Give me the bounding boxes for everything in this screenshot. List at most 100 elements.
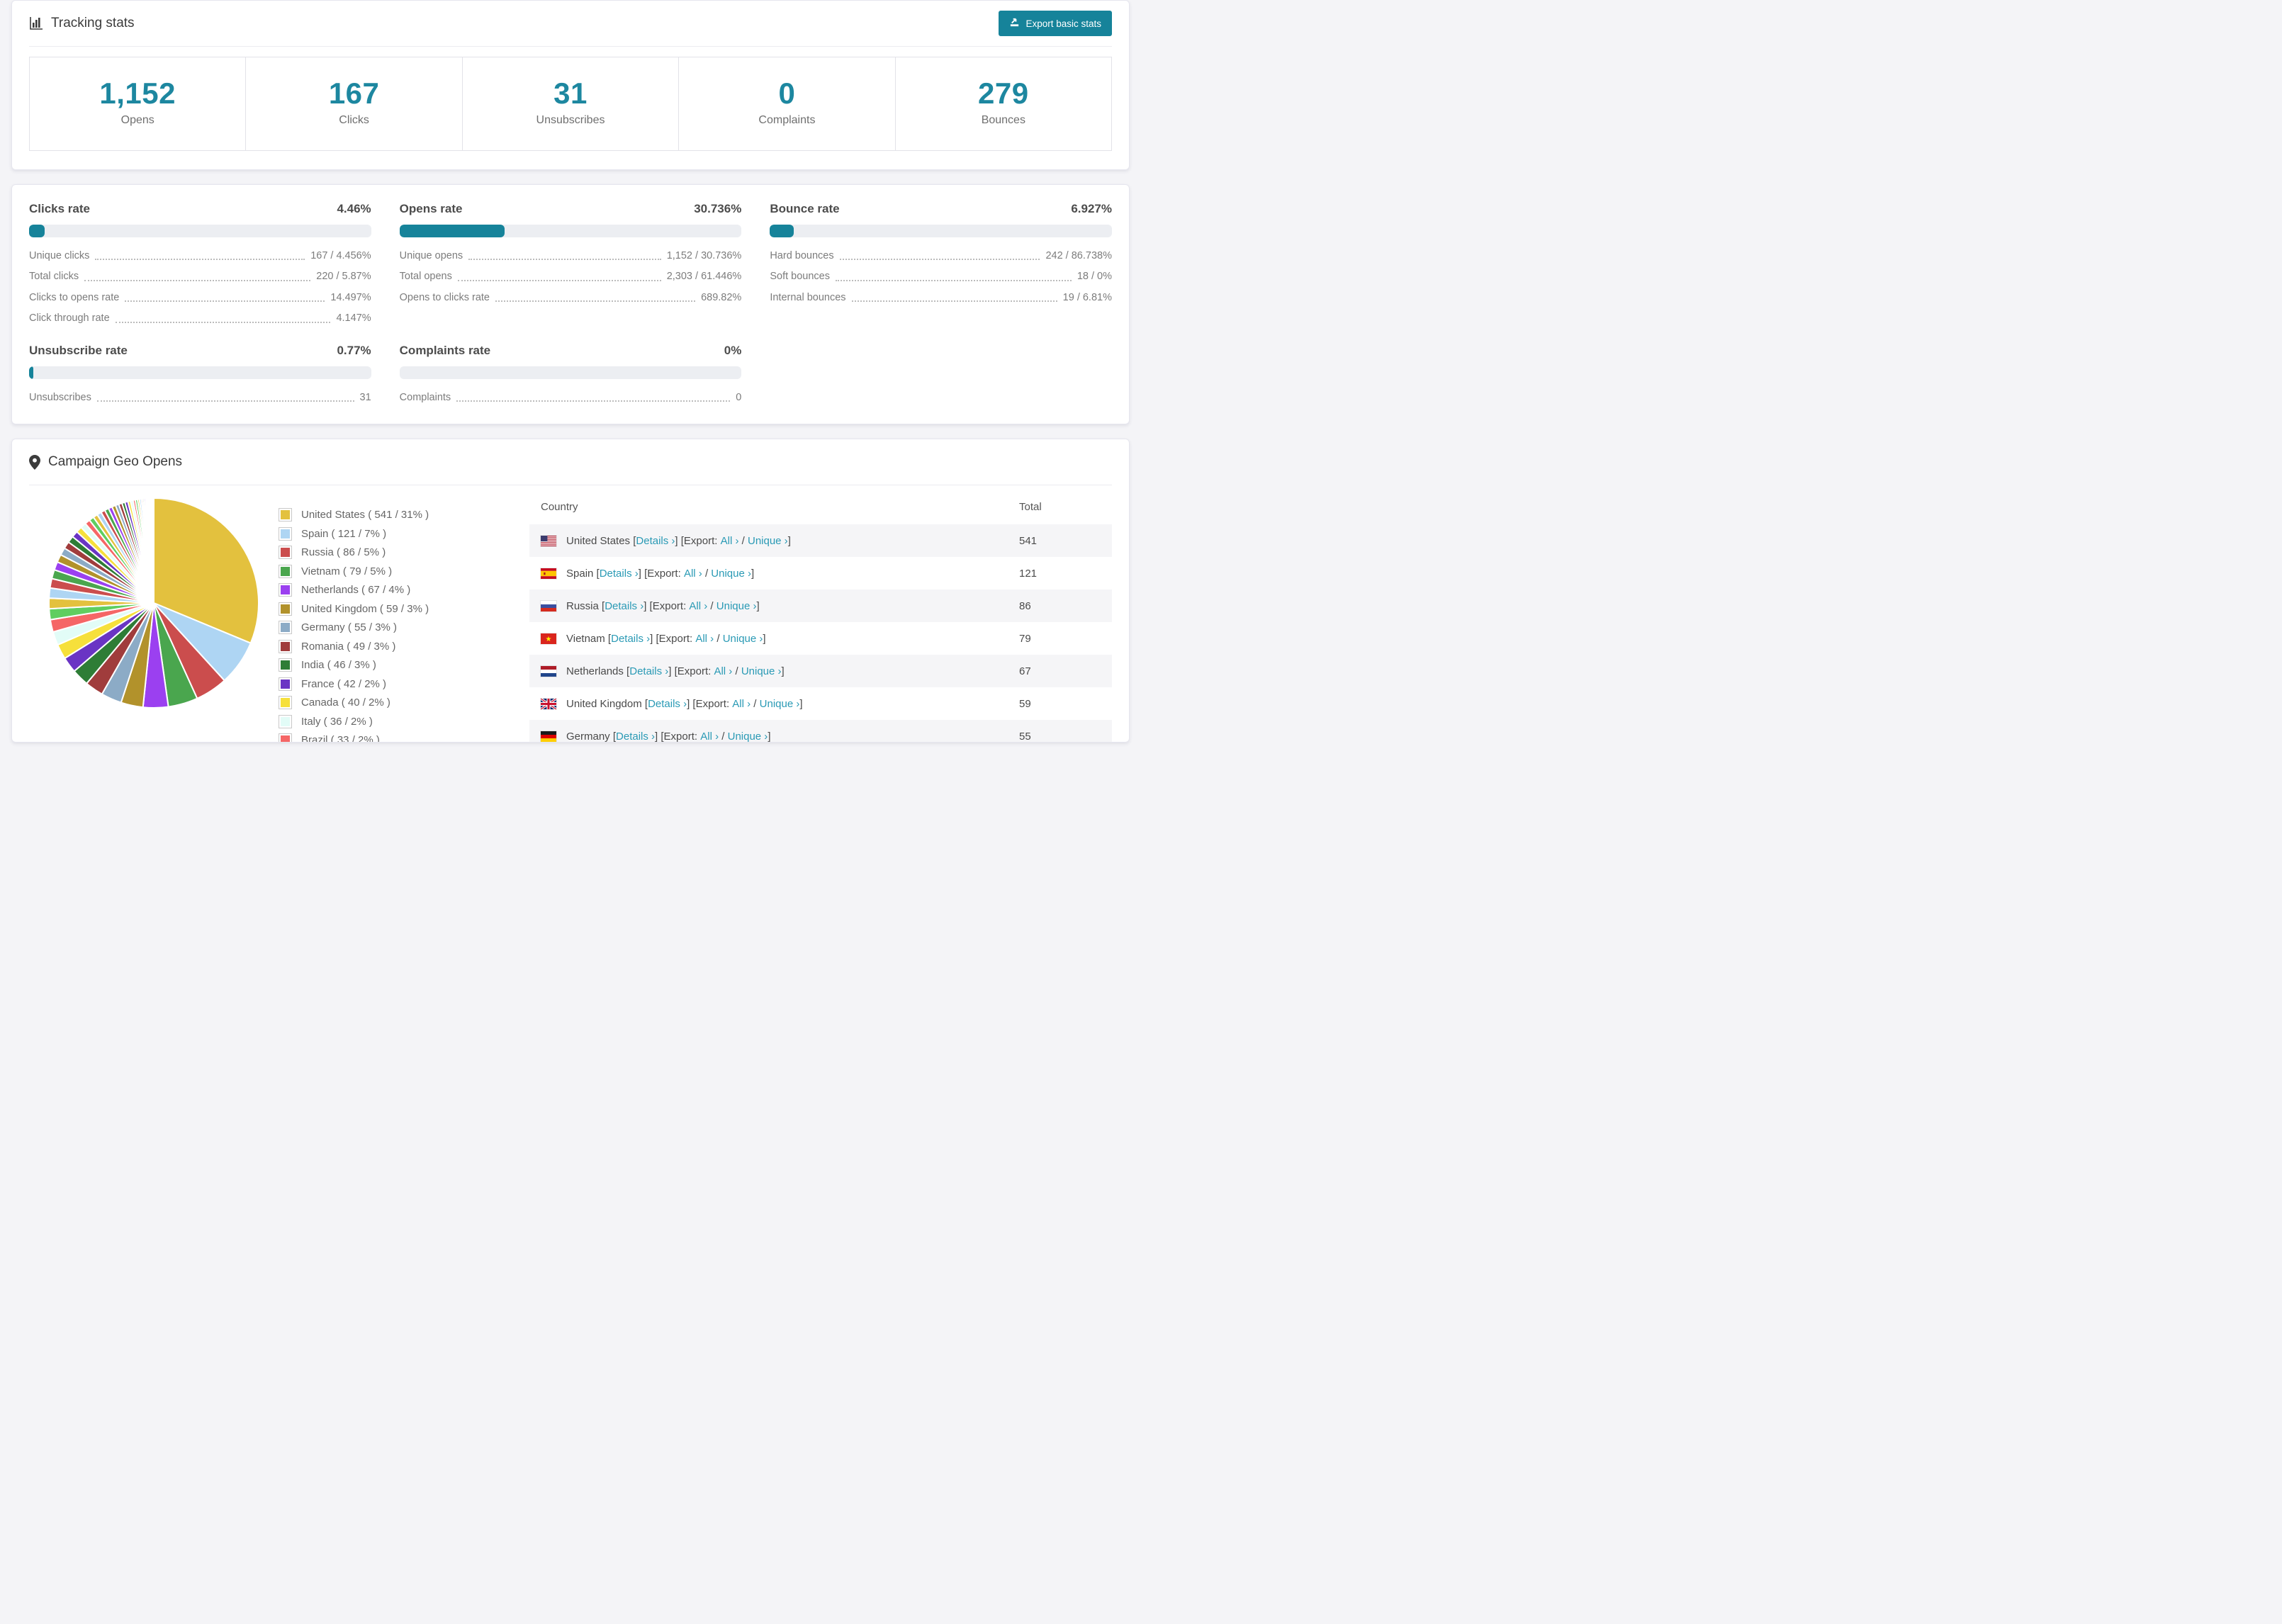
summary-stat-label: Clicks	[339, 114, 369, 127]
summary-stat-box: 31 Unsubscribes	[462, 57, 680, 152]
geo-pie-chart	[48, 497, 259, 709]
legend-label: Russia ( 86 / 5% )	[301, 546, 386, 559]
rate-stat-value: 167 / 4.456%	[310, 250, 371, 262]
export-unique-link[interactable]: Unique ›	[716, 600, 757, 612]
rate-rows: Complaints 0	[400, 392, 742, 404]
export-unique-link[interactable]: Unique ›	[711, 568, 751, 580]
export-unique-link[interactable]: Unique ›	[723, 633, 763, 645]
geo-row-country-cell: Spain [Details ›] [Export: All › / Uniqu…	[541, 568, 1019, 580]
summary-stats-row: 1,152 Opens 167 Clicks 31 Unsubscribes 0…	[29, 57, 1113, 152]
details-link[interactable]: Details ›	[616, 731, 655, 743]
geo-opens-header: Campaign Geo Opens	[29, 439, 1112, 486]
rate-progress-track	[399, 366, 742, 379]
geo-row-total: 86	[1019, 599, 1031, 612]
bar-chart-icon	[29, 16, 43, 30]
rate-stat-row: Soft bounces 18 / 0%	[770, 271, 1112, 283]
rate-stat-label: Clicks to opens rate	[29, 291, 120, 303]
legend-swatch	[279, 677, 292, 691]
geo-table-row: United Kingdom [Details ›] [Export: All …	[529, 687, 1112, 720]
export-all-link[interactable]: All ›	[700, 731, 719, 743]
summary-stat-box: 1,152 Opens	[29, 57, 247, 152]
rate-stat-label: Complaints	[399, 391, 451, 403]
rate-progress-fill	[770, 225, 794, 238]
dotted-leader	[84, 279, 311, 281]
details-link[interactable]: Details ›	[629, 665, 668, 677]
rates-card: Clicks rate 4.46% Unique clicks 167 / 4.…	[11, 184, 1130, 425]
summary-stat-value: 279	[978, 77, 1029, 110]
flag-us-icon	[541, 535, 556, 546]
rate-stat-label: Opens to clicks rate	[399, 291, 490, 303]
geo-opens-title-text: Campaign Geo Opens	[48, 454, 183, 470]
rate-stat-row: Clicks to opens rate 14.497%	[29, 292, 371, 304]
legend-item: Netherlands ( 67 / 4% )	[279, 583, 522, 597]
rate-stat-value: 4.147%	[336, 312, 371, 325]
details-link[interactable]: Details ›	[600, 568, 639, 580]
geo-row-total: 67	[1019, 665, 1031, 677]
rate-head: Unsubscribe rate 0.77%	[29, 344, 371, 358]
rate-rows: Unique opens 1,152 / 30.736% Total opens…	[400, 250, 742, 304]
geo-table-row: ★ Vietnam [Details ›] [Export: All › / Un…	[529, 622, 1112, 655]
rate-stat-label: Unique opens	[399, 250, 463, 262]
legend-label: Brazil ( 33 / 2% )	[301, 734, 380, 743]
legend-label: United Kingdom ( 59 / 3% )	[301, 602, 429, 615]
rate-stat-value: 242 / 86.738%	[1045, 250, 1112, 262]
geo-row-country-cell: Netherlands [Details ›] [Export: All › /…	[541, 665, 1019, 677]
tracking-stats-card: Tracking stats Export basic stats 1,152 …	[11, 0, 1130, 171]
details-link[interactable]: Details ›	[605, 600, 643, 612]
flag-vn-icon: ★	[541, 633, 556, 644]
legend-swatch	[279, 546, 292, 560]
geo-table-row: Germany [Details ›] [Export: All › / Uni…	[529, 720, 1112, 743]
rate-stat-label: Total opens	[399, 271, 452, 283]
geo-row-country-cell: Russia [Details ›] [Export: All › / Uniq…	[541, 600, 1019, 612]
summary-stat-box: 167 Clicks	[246, 57, 463, 152]
export-all-link[interactable]: All ›	[689, 600, 707, 612]
rate-stat-row: Internal bounces 19 / 6.81%	[770, 292, 1112, 304]
export-all-link[interactable]: All ›	[684, 568, 702, 580]
tracking-stats-title-text: Tracking stats	[51, 16, 135, 30]
details-link[interactable]: Details ›	[611, 633, 650, 645]
legend-swatch	[279, 733, 292, 743]
summary-stat-label: Unsubscribes	[536, 114, 605, 127]
legend-swatch	[279, 658, 292, 672]
rate-value: 0.77%	[337, 343, 371, 357]
export-all-link[interactable]: All ›	[732, 698, 751, 710]
rate-head: Bounce rate 6.927%	[770, 202, 1112, 216]
export-all-link[interactable]: All ›	[721, 535, 739, 547]
export-unique-link[interactable]: Unique ›	[741, 665, 782, 677]
svg-text:★: ★	[546, 636, 552, 643]
rate-stat-row: Unique opens 1,152 / 30.736%	[400, 250, 742, 262]
rate-progress-track	[29, 225, 371, 238]
details-link[interactable]: Details ›	[636, 535, 675, 547]
rate-stat-value: 689.82%	[701, 291, 742, 303]
geo-table-header: Country Total	[529, 492, 1112, 524]
country-name: Vietnam	[566, 632, 605, 645]
legend-item: Germany ( 55 / 3% )	[279, 621, 522, 635]
rate-stat-row: Unsubscribes 31	[29, 392, 371, 404]
legend-swatch	[279, 583, 292, 597]
rate-title: Unsubscribe rate	[29, 343, 128, 357]
rate-stat-value: 2,303 / 61.446%	[666, 271, 742, 283]
export-unique-link[interactable]: Unique ›	[728, 731, 768, 743]
geo-table-col-total: Total	[1019, 501, 1042, 514]
rate-value: 0%	[724, 343, 742, 357]
geo-row-total: 121	[1019, 567, 1038, 580]
rate-stat-value: 0	[736, 391, 742, 403]
legend-item: Canada ( 40 / 2% )	[279, 696, 522, 710]
export-unique-link[interactable]: Unique ›	[760, 698, 800, 710]
export-all-link[interactable]: All ›	[695, 633, 714, 645]
rate-block: Unsubscribe rate 0.77% Unsubscribes 31	[29, 344, 371, 404]
details-link[interactable]: Details ›	[648, 698, 687, 710]
rate-progress-track	[770, 225, 1112, 238]
geo-opens-title: Campaign Geo Opens	[29, 454, 182, 470]
legend-swatch	[279, 696, 292, 710]
country-name: Netherlands	[566, 665, 624, 677]
rate-stat-row: Unique clicks 167 / 4.456%	[29, 250, 371, 262]
export-basic-stats-button[interactable]: Export basic stats	[999, 11, 1112, 36]
export-unique-link[interactable]: Unique ›	[748, 535, 788, 547]
rate-stat-value: 14.497%	[330, 291, 371, 303]
export-all-link[interactable]: All ›	[714, 665, 732, 677]
dotted-leader	[456, 400, 731, 402]
rate-block: Complaints rate 0% Complaints 0	[399, 343, 742, 404]
map-pin-icon	[29, 454, 40, 470]
rate-stat-row: Complaints 0	[400, 392, 742, 404]
